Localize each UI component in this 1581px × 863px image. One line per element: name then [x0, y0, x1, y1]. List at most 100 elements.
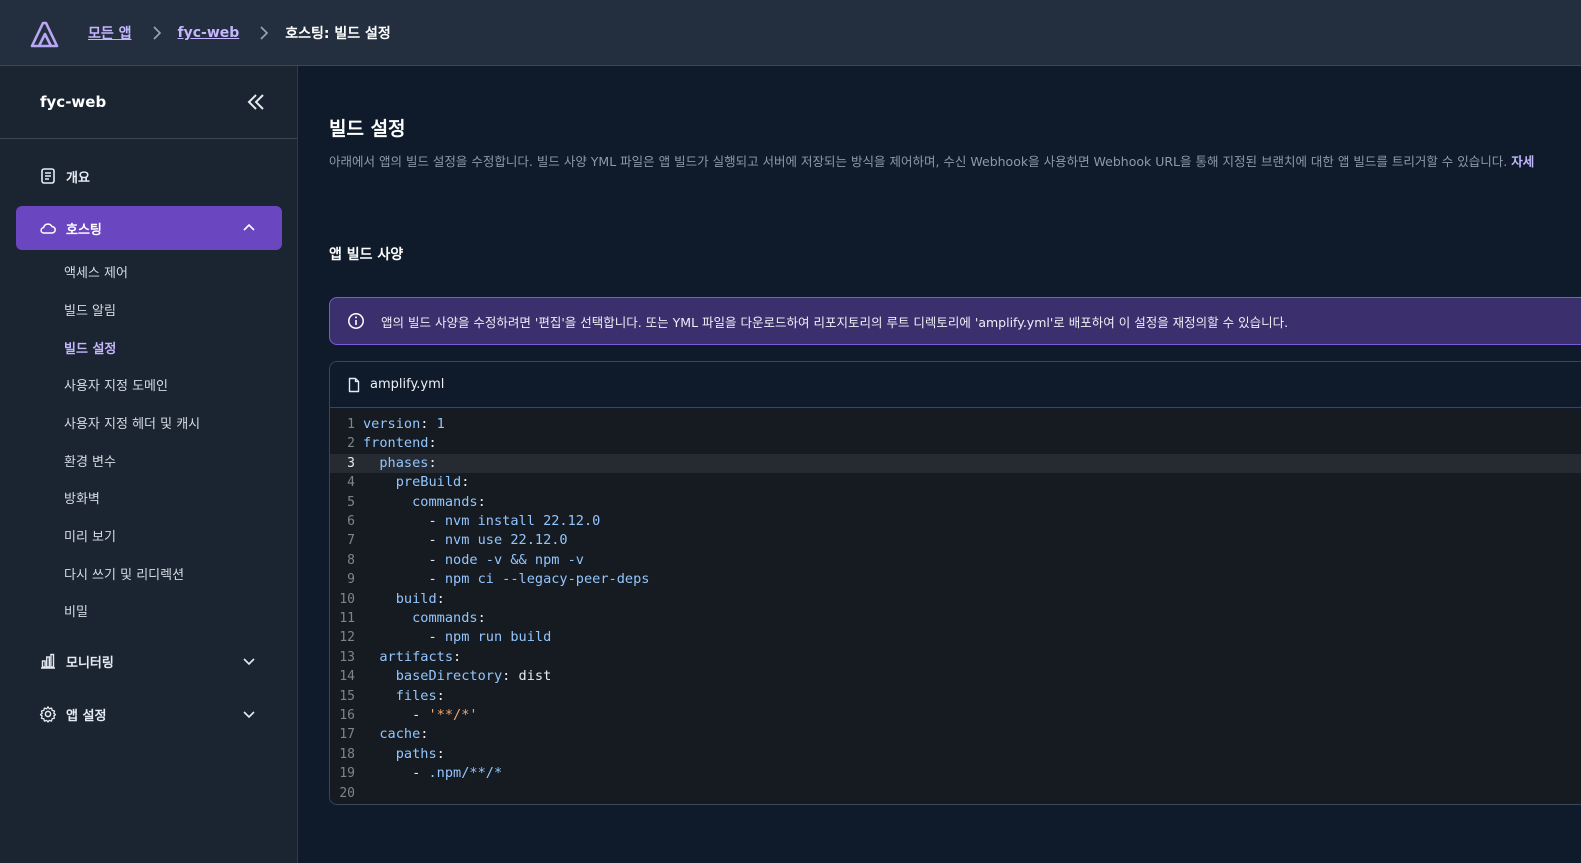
line-number: 16	[339, 708, 355, 723]
document-icon	[39, 167, 57, 185]
sidebar-subitem-custom-headers-cache[interactable]: 사용자 지정 헤더 및 캐시	[64, 415, 200, 435]
code-line[interactable]: 3 phases:	[330, 453, 1581, 474]
sidebar-item-label: 개요	[66, 170, 90, 186]
code-text: files:	[395, 687, 445, 704]
line-number: 8	[347, 552, 355, 568]
breadcrumb-app[interactable]: fyc-web	[178, 25, 240, 41]
sidebar-app-title: fyc-web	[40, 93, 107, 111]
code-text: paths:	[395, 745, 445, 762]
code-line[interactable]: 15 files:	[330, 687, 1581, 706]
code-text: frontend:	[363, 435, 437, 452]
sidebar-subitem-secrets[interactable]: 비밀	[64, 603, 88, 623]
cloud-icon	[39, 219, 57, 237]
code-text: - nvm use 22.12.0	[428, 532, 568, 549]
line-number: 12	[339, 630, 355, 646]
line-number: 6	[347, 514, 355, 529]
chevron-right-icon	[152, 26, 162, 40]
code-text: - nvm install 22.12.0	[428, 513, 601, 529]
line-number: 18	[339, 746, 355, 762]
line-number: 10	[339, 591, 355, 607]
sidebar-subitem-rewrites-redirects[interactable]: 다시 쓰기 및 리디렉션	[64, 566, 184, 586]
sidebar-subitem-custom-domains[interactable]: 사용자 지정 도메인	[64, 377, 168, 397]
line-number: 19	[339, 766, 355, 782]
chevron-down-icon	[240, 652, 258, 670]
sidebar-subitem-environment-variables[interactable]: 환경 변수	[64, 453, 116, 473]
line-number: 13	[339, 649, 355, 665]
code-line[interactable]: 9 - npm ci --legacy-peer-deps	[330, 570, 1581, 589]
line-number: 11	[339, 611, 355, 626]
page-title: 빌드 설정	[329, 118, 406, 140]
code-line[interactable]: 8 - node -v && npm -v	[330, 551, 1581, 570]
top-navigation-bar: 모든 앱 fyc-web 호스팅: 빌드 설정	[0, 0, 1581, 66]
sidebar-item-app-settings[interactable]: 앱 설정	[16, 692, 282, 736]
code-line[interactable]: 19 - .npm/**/*	[330, 764, 1581, 783]
sidebar-subitem-build-notifications[interactable]: 빌드 알림	[64, 302, 116, 322]
code-text: build:	[395, 590, 445, 607]
code-text: cache:	[379, 726, 429, 743]
breadcrumb: 모든 앱 fyc-web 호스팅: 빌드 설정	[88, 0, 391, 66]
chevron-up-icon	[240, 219, 258, 237]
code-line[interactable]: 12 - npm run build	[330, 628, 1581, 647]
sidebar-header: fyc-web	[0, 66, 297, 139]
code-line[interactable]: 17 cache:	[330, 725, 1581, 744]
code-text: preBuild:	[395, 474, 470, 491]
code-line[interactable]: 16 - '**/*'	[330, 706, 1581, 725]
code-text: - npm run build	[428, 629, 552, 646]
amplify-logo-icon[interactable]	[30, 20, 60, 48]
sidebar-item-monitoring[interactable]: 모니터링	[16, 639, 282, 683]
code-text: artifacts:	[379, 648, 462, 665]
sidebar-subitem-firewall[interactable]: 방화벽	[64, 490, 100, 510]
sidebar-item-hosting[interactable]: 호스팅	[16, 206, 282, 250]
code-line[interactable]: 4 preBuild:	[330, 473, 1581, 492]
code-line[interactable]: 7 - nvm use 22.12.0	[330, 531, 1581, 550]
sidebar-subitem-build-settings[interactable]: 빌드 설정	[64, 340, 116, 360]
line-number: 1	[347, 417, 355, 432]
code-line[interactable]: 13 artifacts:	[330, 648, 1581, 667]
code-line[interactable]: 18 paths:	[330, 745, 1581, 764]
code-text: phases:	[379, 454, 437, 471]
sidebar-item-label: 호스팅	[66, 222, 102, 238]
sidebar-subitem-access-control[interactable]: 액세스 제어	[64, 264, 128, 284]
sidebar-item-overview[interactable]: 개요	[16, 154, 282, 198]
line-number: 7	[347, 533, 355, 549]
chevron-down-icon	[240, 705, 258, 723]
code-text: baseDirectory: dist	[395, 668, 552, 685]
breadcrumb-current: 호스팅: 빌드 설정	[285, 26, 391, 42]
code-line[interactable]: 10 build:	[330, 590, 1581, 609]
file-name: amplify.yml	[370, 377, 445, 392]
learn-more-link[interactable]: 자세	[1511, 154, 1534, 169]
section-title: 앱 빌드 사양	[329, 247, 404, 263]
code-text: - npm ci --legacy-peer-deps	[428, 571, 650, 588]
code-text: - node -v && npm -v	[428, 551, 584, 568]
code-line[interactable]: 5 commands:	[330, 493, 1581, 512]
code-line[interactable]: 6 - nvm install 22.12.0	[330, 512, 1581, 531]
info-alert: 앱의 빌드 사양을 수정하려면 '편집'을 선택합니다. 또는 YML 파일을 …	[329, 297, 1581, 345]
sidebar: fyc-web 개요 호스팅 액세스 제어 빌드 알림 빌드 설정 사용자 지정…	[0, 66, 298, 863]
line-number: 20	[339, 785, 355, 801]
bar-chart-icon	[39, 652, 57, 670]
code-text: version: 1	[363, 416, 445, 432]
file-icon	[346, 377, 362, 393]
sidebar-subitem-previews[interactable]: 미리 보기	[64, 528, 116, 548]
line-number: 4	[347, 475, 355, 491]
breadcrumb-all-apps[interactable]: 모든 앱	[88, 23, 132, 43]
code-line[interactable]: 14 baseDirectory: dist	[330, 667, 1581, 686]
line-number: 14	[339, 669, 355, 685]
line-number: 5	[347, 494, 355, 510]
code-text: - '**/*'	[363, 707, 478, 723]
line-number: 2	[347, 436, 355, 452]
page-description-text: 아래에서 앱의 빌드 설정을 수정합니다. 빌드 사양 YML 파일은 앱 빌드…	[329, 154, 1508, 169]
code-editor[interactable]: 1 version: 1 2 frontend: 3 phases: 4 preBuild…	[330, 409, 1581, 804]
info-icon	[347, 312, 365, 330]
code-line[interactable]: 20	[330, 784, 1581, 803]
code-line[interactable]: 1 version: 1	[330, 415, 1581, 434]
code-text: commands:	[412, 493, 486, 510]
alert-text: 앱의 빌드 사양을 수정하려면 '편집'을 선택합니다. 또는 YML 파일을 …	[381, 314, 1289, 330]
line-number: 15	[339, 688, 355, 704]
code-line[interactable]: 2 frontend:	[330, 434, 1581, 453]
main-content: 빌드 설정 아래에서 앱의 빌드 설정을 수정합니다. 빌드 사양 YML 파일…	[298, 66, 1581, 863]
gear-icon	[39, 705, 57, 723]
code-line[interactable]: 11 commands:	[330, 609, 1581, 628]
double-chevron-left-icon[interactable]	[245, 91, 267, 113]
sidebar-item-label: 모니터링	[66, 655, 114, 671]
